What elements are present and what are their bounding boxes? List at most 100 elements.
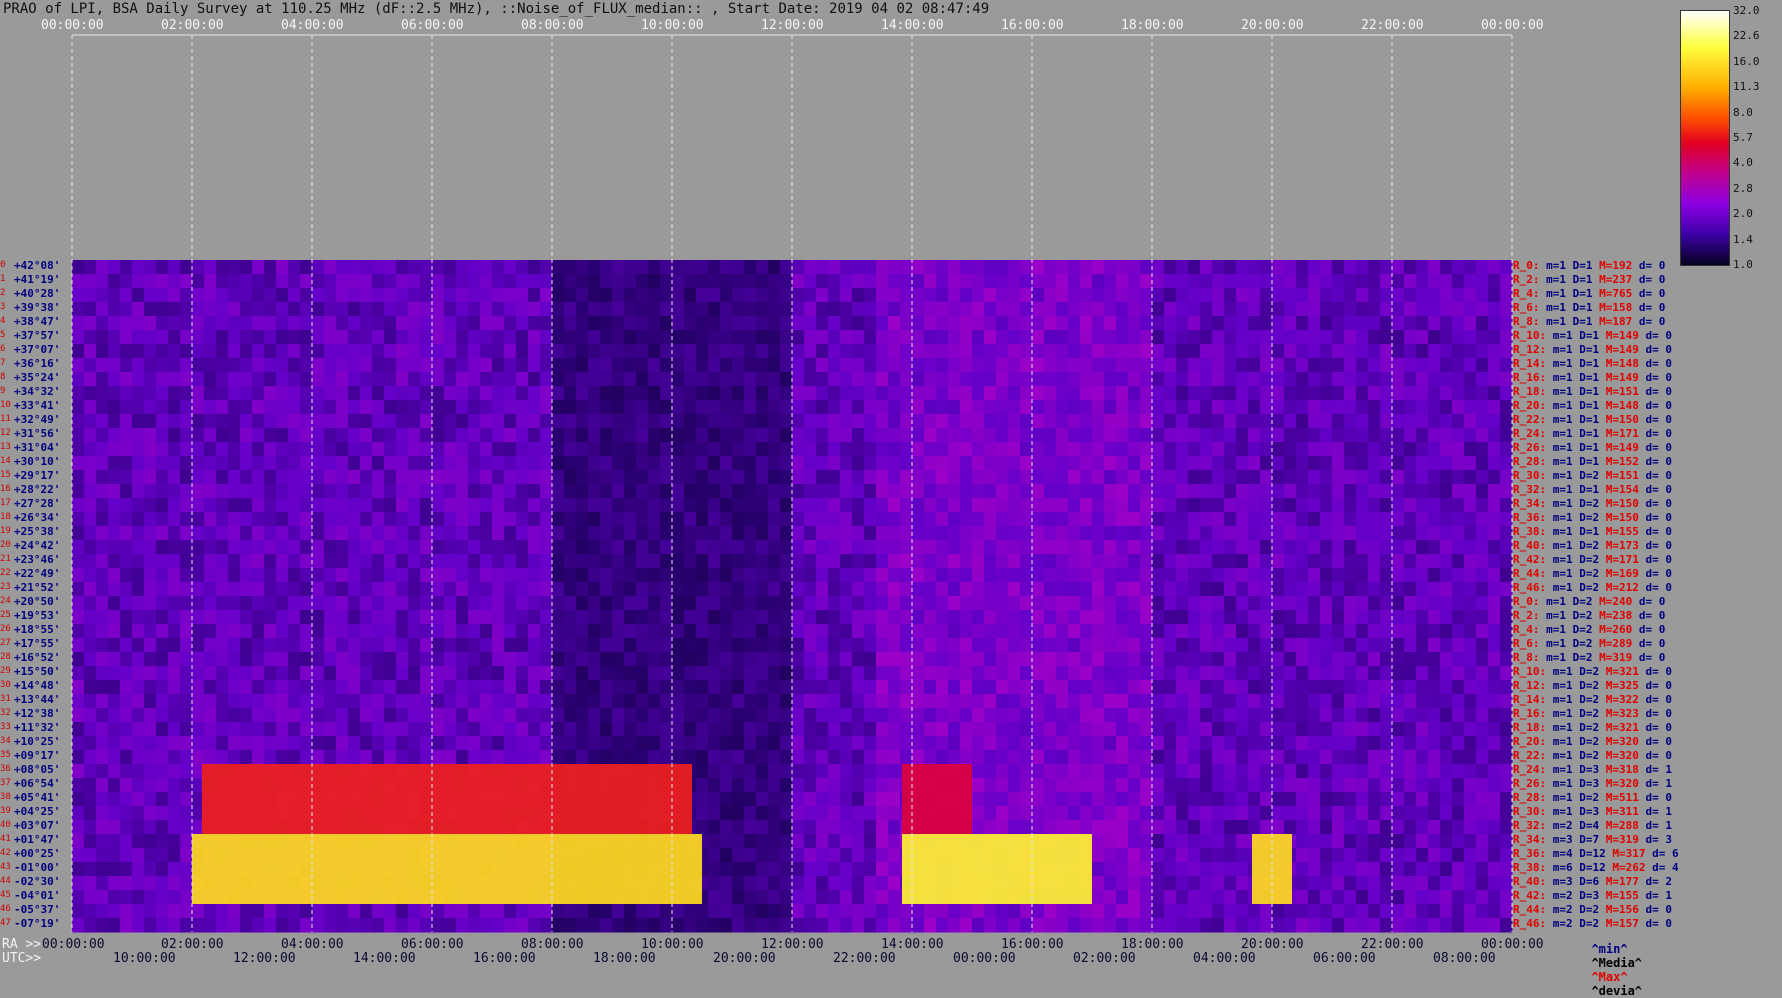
heatmap-cell: [168, 386, 181, 401]
heatmap-cell: [144, 274, 157, 289]
heatmap-cell: [1044, 386, 1057, 401]
heatmap-cell: [168, 260, 181, 275]
heatmap-cell: [324, 652, 337, 667]
heatmap-cell: [120, 708, 133, 723]
heatmap-cell: [492, 442, 505, 457]
heatmap-cell: [1044, 624, 1057, 639]
heatmap-cell: [372, 666, 385, 681]
heatmap-cell: [1176, 400, 1189, 415]
heatmap-cell: [1416, 554, 1429, 569]
heatmap-cell: [756, 834, 769, 849]
heatmap-cell: [1452, 806, 1465, 821]
heatmap-cell: [948, 260, 961, 275]
heatmap-cell: [1116, 568, 1129, 583]
heatmap-cell: [348, 554, 361, 569]
heatmap-cell: [216, 652, 229, 667]
heatmap-cell: [744, 722, 757, 737]
heatmap-cell: [1428, 778, 1441, 793]
heatmap-cell: [360, 540, 373, 555]
heatmap-cell: [324, 330, 337, 345]
heatmap-cell: [1404, 610, 1417, 625]
heatmap-cell: [504, 568, 517, 583]
heatmap-cell: [1020, 470, 1033, 485]
heatmap-cell: [564, 428, 577, 443]
heatmap-cell: [216, 596, 229, 611]
heatmap-cell: [1104, 372, 1117, 387]
heatmap-cell: [744, 736, 757, 751]
heatmap-cell: [432, 484, 445, 499]
heatmap-cell: [876, 736, 889, 751]
heatmap-cell: [1308, 596, 1321, 611]
heatmap-cell: [444, 288, 457, 303]
heatmap-cell: [180, 512, 193, 527]
heatmap-cell: [756, 442, 769, 457]
heatmap-cell: [1128, 498, 1141, 513]
heatmap-cell: [756, 624, 769, 639]
heatmap-cell: [996, 764, 1009, 779]
heatmap-cell: [156, 554, 169, 569]
heatmap-cell: [708, 358, 721, 373]
heatmap-cell: [1332, 778, 1345, 793]
heatmap-cell: [648, 750, 661, 765]
heatmap-cell: [324, 540, 337, 555]
heatmap-cell: [864, 694, 877, 709]
heatmap-cell: [1152, 624, 1165, 639]
heatmap-cell: [1212, 792, 1225, 807]
heatmap-cell: [576, 694, 589, 709]
heatmap-cell: [720, 778, 733, 793]
heatmap-cell: [552, 694, 565, 709]
heatmap-cell: [768, 680, 781, 695]
heatmap-cell: [384, 512, 397, 527]
heatmap-cell: [456, 680, 469, 695]
heatmap-cell: [1128, 624, 1141, 639]
heatmap-cell: [120, 610, 133, 625]
heatmap-cell: [840, 302, 853, 317]
heatmap-cell: [684, 456, 697, 471]
heatmap-cell: [852, 372, 865, 387]
heatmap-cell: [252, 610, 265, 625]
heatmap-cell: [216, 288, 229, 303]
heatmap-cell: [684, 330, 697, 345]
heatmap-cell: [96, 652, 109, 667]
heatmap-cell: [696, 666, 709, 681]
heatmap-cell: [888, 652, 901, 667]
heatmap-cell: [1176, 694, 1189, 709]
heatmap-cell: [1056, 568, 1069, 583]
heatmap-cell: [312, 694, 325, 709]
heatmap-cell: [432, 638, 445, 653]
heatmap-cell: [792, 596, 805, 611]
heatmap-cell: [612, 736, 625, 751]
heatmap-cell: [684, 288, 697, 303]
heatmap-cell: [480, 638, 493, 653]
heatmap-cell: [1224, 666, 1237, 681]
heatmap-cell: [288, 484, 301, 499]
heatmap-cell: [480, 722, 493, 737]
heatmap-cell: [1260, 428, 1273, 443]
heatmap-cell: [1068, 470, 1081, 485]
heatmap-cell: [924, 302, 937, 317]
heatmap-cell: [1392, 582, 1405, 597]
heatmap-cell: [768, 666, 781, 681]
heatmap-cell: [72, 736, 85, 751]
heatmap-cell: [216, 680, 229, 695]
heatmap-cell: [1152, 638, 1165, 653]
heatmap-cell: [1248, 470, 1261, 485]
heatmap-cell: [1344, 330, 1357, 345]
heatmap-cell: [1152, 414, 1165, 429]
heatmap-cell: [1176, 428, 1189, 443]
heatmap-cell: [1392, 708, 1405, 723]
heatmap-cell: [624, 596, 637, 611]
heatmap-cell: [84, 316, 97, 331]
heatmap-cell: [1152, 820, 1165, 835]
heatmap-cell: [108, 442, 121, 457]
heatmap-cell: [792, 554, 805, 569]
heatmap-cell: [1032, 624, 1045, 639]
heatmap-cell: [396, 596, 409, 611]
heatmap-cell: [324, 568, 337, 583]
heatmap-cell: [120, 526, 133, 541]
heatmap-cell: [1272, 358, 1285, 373]
heatmap-cell: [240, 526, 253, 541]
heatmap-cell: [360, 610, 373, 625]
heatmap-cell: [600, 568, 613, 583]
heatmap-cell: [576, 582, 589, 597]
